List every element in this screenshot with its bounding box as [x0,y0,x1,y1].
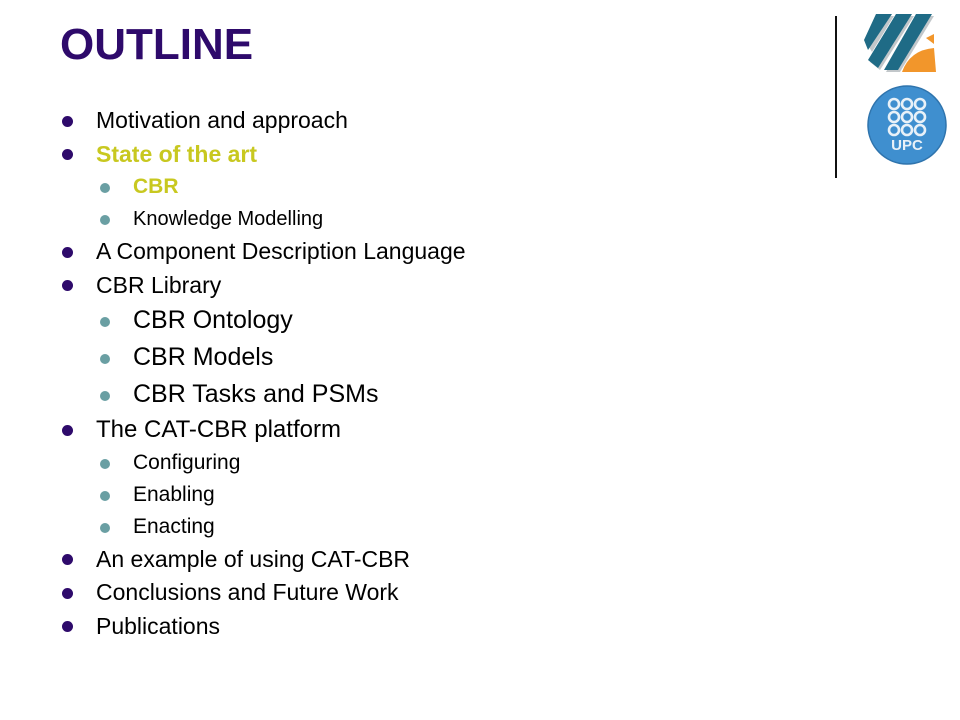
outline-subitem: Enabling [60,479,466,511]
vertical-divider [835,16,837,178]
outline-item: Conclusions and Future Work [60,576,466,610]
bullet-icon [100,458,110,469]
bullet-icon [100,353,110,364]
outline-subitem: Enacting [60,511,466,543]
outline-item: The CAT-CBR platform [60,413,466,447]
bullet-icon [100,490,110,501]
bullet-icon [62,246,73,258]
bullet-icon [62,424,73,436]
outline-item: CBR Library [60,269,466,303]
bullet-icon [62,149,73,161]
outline-subitem: Knowledge Modelling [60,203,466,235]
outline-item: A Component Description Language [60,235,466,269]
bullet-icon [62,554,73,566]
bullet-icon [62,621,73,633]
bullet-icon [62,280,73,292]
outline-item: An example of using CAT-CBR [60,543,466,577]
outline-subitem-highlighted: CBR [60,171,466,203]
slide-title: OUTLINE [60,20,254,69]
outline-item: Publications [60,610,466,644]
outline-item: Motivation and approach [60,104,466,138]
bullet-icon [100,183,110,193]
outline-subitem: CBR Models [60,339,466,376]
bullet-icon [100,215,110,225]
outline-subitem: CBR Tasks and PSMs [60,376,466,413]
bullet-icon [100,390,110,401]
bullet-icon [100,522,110,533]
outline-subitem: Configuring [60,447,466,479]
outline-subitem: CBR Ontology [60,302,466,339]
bullet-icon [62,115,73,127]
upc-logo-icon: UPC [867,85,947,165]
outline-list: Motivation and approach State of the art… [60,104,466,643]
bullet-icon [100,316,110,327]
institute-logo-icon [864,14,936,72]
bullet-icon [62,587,73,599]
upc-logo-text: UPC [891,137,923,154]
outline-item-highlighted: State of the art [60,138,466,172]
